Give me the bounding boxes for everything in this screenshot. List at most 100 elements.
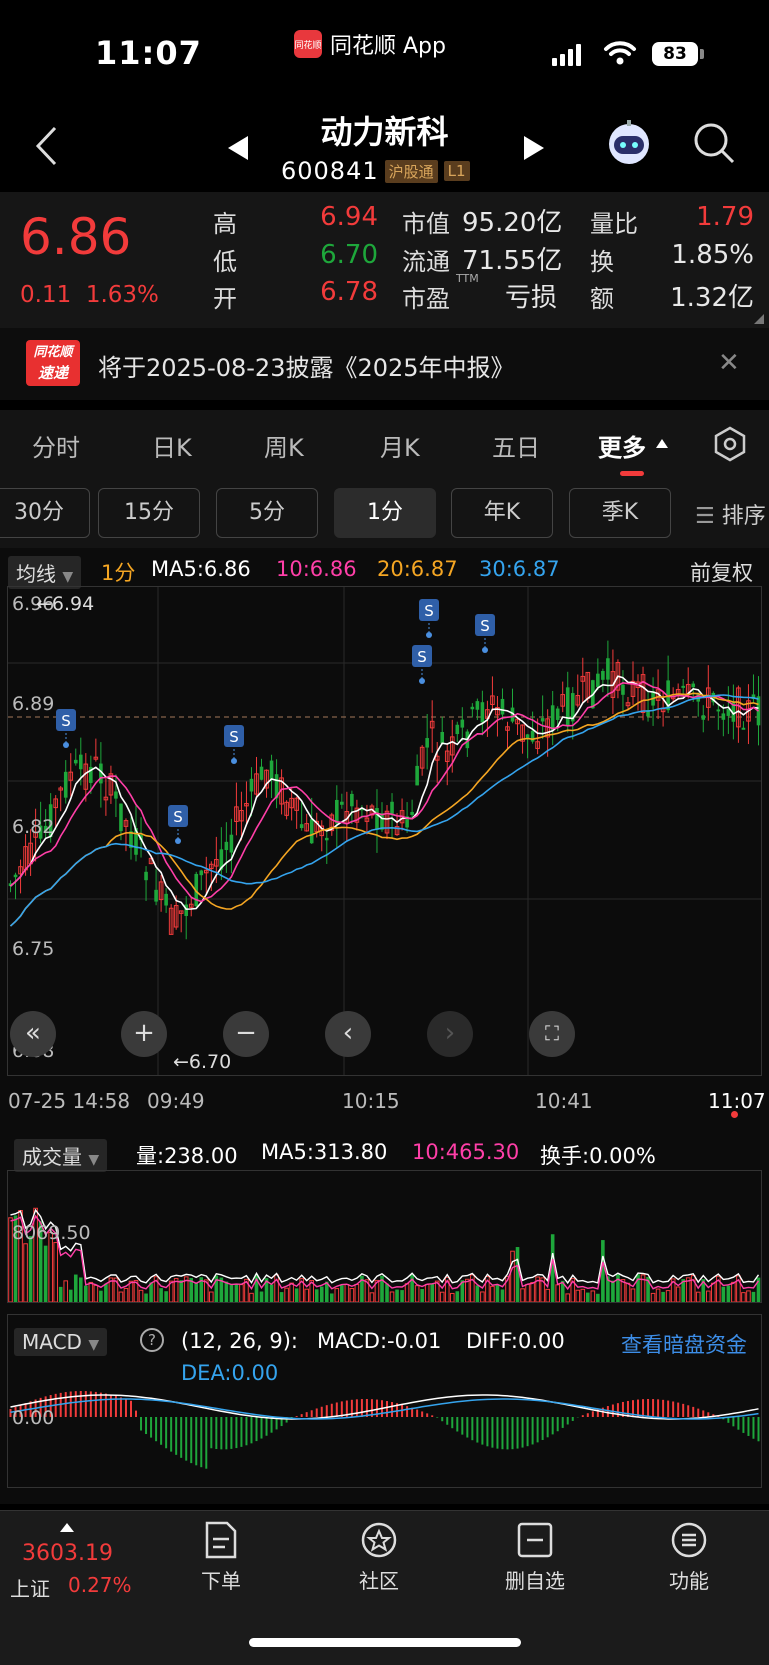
volume-bar [340,1285,344,1302]
caret-up-icon [656,439,668,448]
candle-body [691,683,696,688]
volume-bar [334,1288,340,1302]
tab-daily-k[interactable]: 日K [152,428,192,463]
period-30min[interactable]: 30分 [0,488,90,538]
volume-bar [159,1288,163,1302]
settings-icon[interactable] [712,426,748,462]
stock-code: 600841 [281,157,379,185]
announcement-text: 将于2025-08-23披露《2025年中报》 [98,354,515,382]
ma30-value: 30:6.87 [479,557,560,581]
volume-bar [234,1284,239,1302]
volume-scale: 8069.50 [12,1222,91,1244]
volume-bar [73,1274,78,1302]
volume-chart[interactable] [8,1171,761,1302]
document-icon [205,1521,237,1559]
next-stock-icon[interactable] [522,135,546,161]
nav-community[interactable]: 社区 [329,1521,429,1594]
nav-order[interactable]: 下单 [171,1521,271,1594]
time-label-2: 09:49 [147,1089,205,1113]
sort-button[interactable]: ☰ 排序 [695,498,766,530]
adjust-mode[interactable]: 前复权 [690,557,753,587]
time-label-5: 11:07 [708,1089,766,1113]
volume-bar [636,1274,640,1302]
candle-body [324,837,329,841]
candle-body [460,719,465,728]
volume-bar [144,1293,148,1302]
volume-bar [344,1283,350,1302]
turnover-value: 1.85% [671,240,754,270]
dark-pool-link[interactable]: 查看暗盘资金 [621,1329,747,1359]
search-icon[interactable] [692,121,736,165]
candle-body [500,698,505,715]
scroll-start-icon[interactable]: « [10,1011,56,1057]
volume-bar [675,1286,681,1302]
macd-chart[interactable] [8,1389,761,1487]
volume-bar [389,1291,395,1302]
volume-bar [194,1282,199,1302]
volume-bar [395,1289,399,1302]
kline-chart[interactable]: S S S S S S [8,587,761,1075]
nav-functions[interactable]: 功能 [639,1521,739,1594]
candle-body [601,670,605,680]
volume-bar [385,1283,389,1302]
connect-tag: 沪股通 [384,159,438,183]
scroll-right-icon[interactable]: › [427,1011,473,1057]
candle-body [475,701,480,710]
tab-timeshare[interactable]: 分时 [32,428,80,463]
volume-bar [530,1282,535,1302]
volume-selector[interactable]: 成交量 ▼ [14,1139,108,1172]
volume-bar [455,1291,460,1302]
volume-bar [249,1292,254,1302]
signal-dot [482,647,488,653]
period-season-k[interactable]: 季K [569,488,671,538]
fullscreen-icon[interactable]: ⛶ [529,1011,575,1057]
announcement-banner[interactable]: 同花顺 速递 将于2025-08-23披露《2025年中报》 ✕ [0,328,769,400]
volume-ma5-line [10,1208,760,1285]
volume-ma5: MA5:313.80 [261,1140,388,1164]
volume-bar [354,1283,360,1302]
macd-selector[interactable]: MACD ▼ [14,1328,108,1356]
tab-weekly-k[interactable]: 周K [264,428,304,463]
period-5min[interactable]: 5分 [216,488,318,538]
period-1min[interactable]: 1分 [334,488,436,538]
zoom-in-icon[interactable]: + [121,1011,167,1057]
volume-bar [490,1285,495,1302]
period-15min[interactable]: 15分 [98,488,200,538]
tab-five-day[interactable]: 五日 [492,428,540,463]
volume-value: 量:238.00 [136,1144,238,1168]
candle-body [470,706,475,710]
scroll-left-icon[interactable]: ‹ [325,1011,371,1057]
candle-body [606,658,610,680]
candle-body [415,765,419,786]
candle-body [144,871,148,881]
ma-selector[interactable]: 均线 ▼ [8,556,82,589]
macd-value: MACD:-0.01 [317,1329,442,1353]
volume-bar [99,1290,103,1302]
signal-label: S [480,617,490,635]
robot-assistant-icon[interactable] [604,117,654,167]
expand-corner-icon[interactable] [754,314,764,324]
volume-bar [515,1247,520,1302]
candle-body [375,808,379,830]
volume-bar [239,1284,244,1302]
app-indicator[interactable]: 同花顺 同花顺 App [294,28,446,60]
help-icon[interactable]: ? [140,1328,164,1352]
turnover-label: 换 [590,248,614,276]
live-dot [731,1111,738,1118]
nav-community-label: 社区 [359,1569,399,1593]
volume-bar [414,1285,420,1302]
nav-remove-watchlist[interactable]: 删自选 [485,1521,585,1594]
close-icon[interactable]: ✕ [718,348,740,378]
candle-body [299,824,304,829]
candle-body [701,715,706,720]
period-year-k[interactable]: 年K [451,488,553,538]
volume-bar [229,1285,234,1302]
volume-selector-label: 成交量 [22,1145,82,1169]
tab-more[interactable]: 更多 [598,428,646,463]
volume-bar [545,1288,550,1302]
tab-monthly-k[interactable]: 月K [380,428,420,463]
volume-bar [104,1283,108,1302]
volume-bar [138,1289,144,1302]
zoom-out-icon[interactable]: − [223,1011,269,1057]
index-value[interactable]: 3603.19 [22,1541,113,1566]
